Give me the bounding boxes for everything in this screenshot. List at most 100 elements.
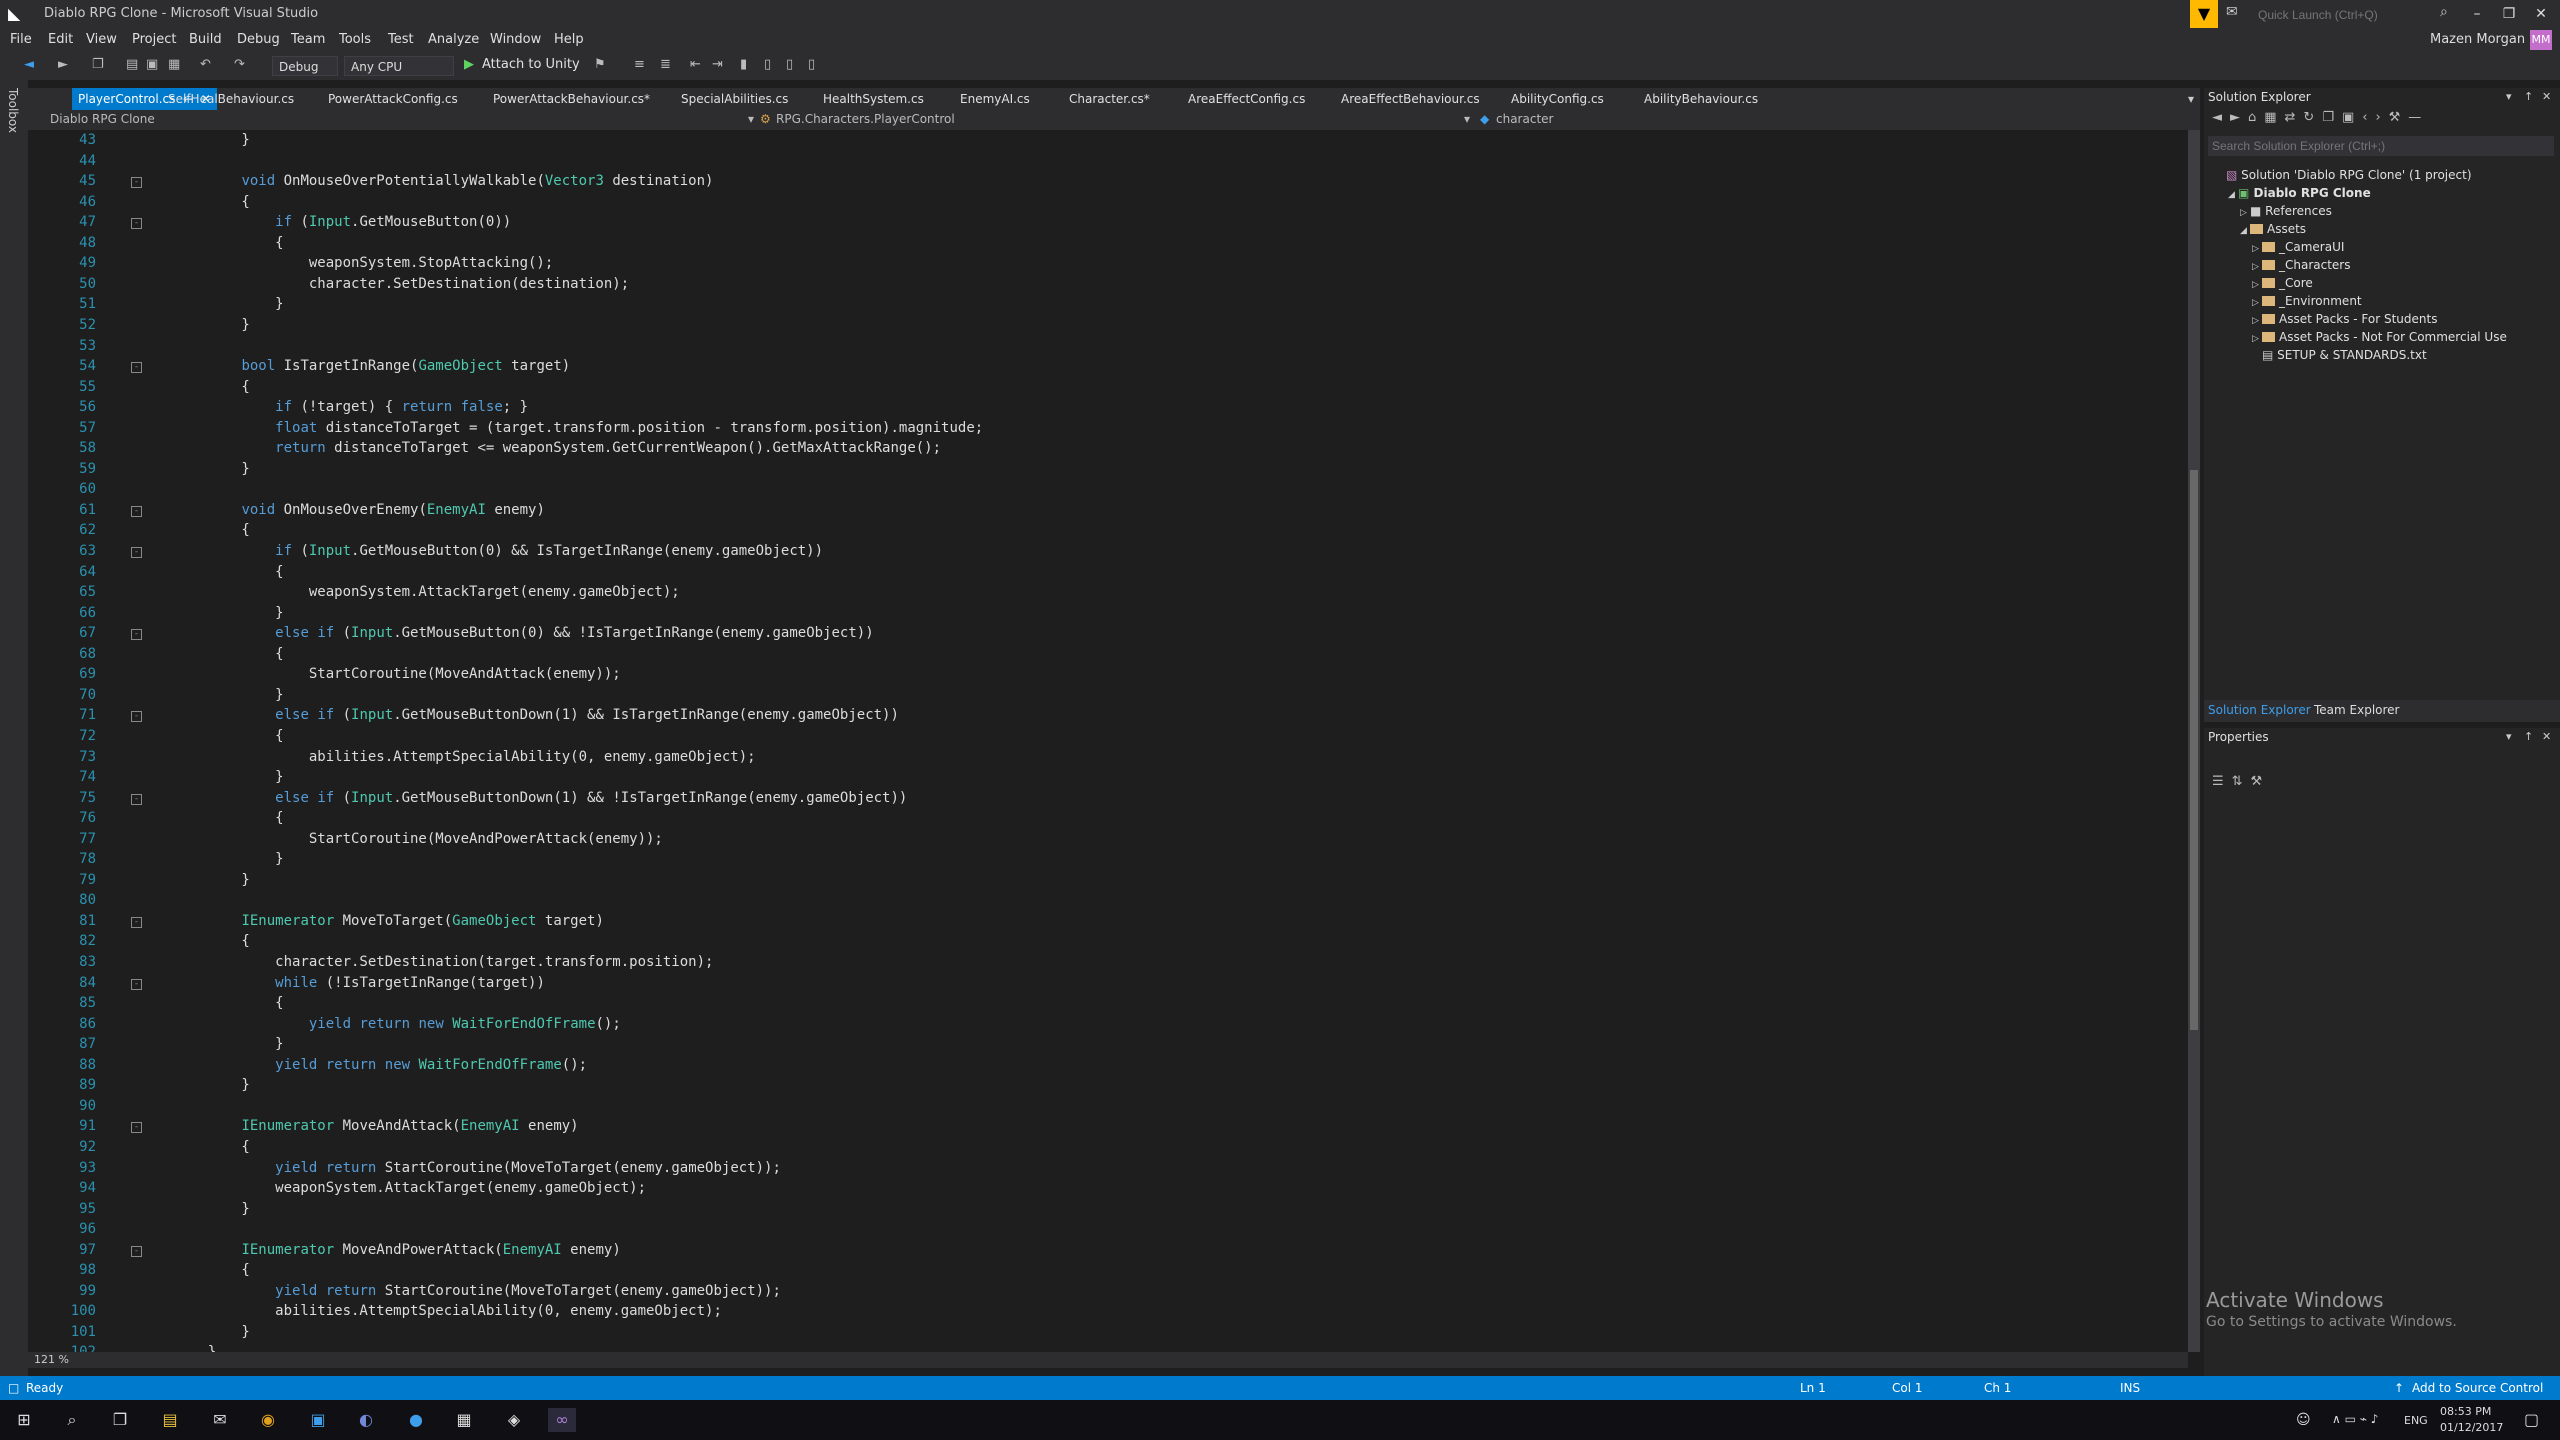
member-dropdown[interactable]: character (1496, 112, 1553, 126)
collapse-region-icon[interactable]: - (131, 505, 142, 517)
collapse-region-icon[interactable]: - (131, 218, 142, 230)
menu-team[interactable]: Team (291, 32, 325, 47)
code-line[interactable]: { (174, 235, 283, 251)
next-bookmark-icon[interactable]: ▯ (786, 57, 793, 72)
tree-item[interactable]: ▷ Asset Packs - For Students (2252, 312, 2437, 326)
code-line[interactable]: character.SetDestination(target.transfor… (174, 954, 713, 970)
tab-solution-explorer[interactable]: Solution Explorer (2208, 703, 2311, 717)
code-line[interactable]: { (174, 379, 249, 395)
panel-options-icon[interactable]: ▾ (2506, 90, 2512, 103)
code-line[interactable]: { (174, 646, 283, 662)
search-icon[interactable]: ⌕ (2440, 4, 2448, 20)
collapse-region-icon[interactable]: - (131, 711, 142, 723)
prev-bookmark-icon[interactable]: ▯ (764, 57, 771, 72)
code-line[interactable]: } (174, 1201, 249, 1217)
code-line[interactable]: } (174, 605, 283, 621)
add-to-source-control-button[interactable]: Add to Source Control (2412, 1381, 2543, 1395)
tab-power-attack-config[interactable]: PowerAttackConfig.cs (328, 88, 458, 110)
forward-icon[interactable]: ► (58, 57, 68, 72)
undo-icon[interactable]: ↶ (200, 57, 211, 72)
notification-flag-icon[interactable]: ▼ (2190, 0, 2218, 28)
source-control-icon[interactable]: ↑ (2394, 1381, 2404, 1395)
zoom-level[interactable]: 121 % (34, 1353, 69, 1366)
editor-vertical-scrollbar[interactable] (2188, 130, 2200, 1352)
clear-bookmarks-icon[interactable]: ▯ (808, 57, 815, 72)
code-line[interactable]: bool IsTargetInRange(GameObject target) (174, 358, 570, 374)
tab-enemy-ai[interactable]: EnemyAI.cs (960, 88, 1030, 110)
collapse-region-icon[interactable]: - (131, 547, 142, 558)
menu-tools[interactable]: Tools (339, 32, 371, 47)
code-line[interactable]: { (174, 194, 249, 210)
collapsed-arrow-icon[interactable]: ▷ (2252, 244, 2262, 254)
menu-edit[interactable]: Edit (48, 32, 73, 47)
tab-health-system[interactable]: HealthSystem.cs (823, 88, 924, 110)
feedback-icon[interactable]: ✉ (2226, 4, 2238, 20)
tab-area-effect-config[interactable]: AreaEffectConfig.cs (1188, 88, 1305, 110)
tab-overflow-icon[interactable]: ▾ (2188, 88, 2194, 110)
collapse-region-icon[interactable]: - (131, 629, 142, 641)
pin-icon[interactable]: ↑ (2524, 90, 2533, 103)
collapse-region-icon[interactable]: - (131, 362, 142, 374)
menu-help[interactable]: Help (554, 32, 584, 47)
tab-power-attack-behaviour[interactable]: PowerAttackBehaviour.cs* (493, 88, 650, 110)
play-icon[interactable]: ▶ (464, 57, 474, 72)
menu-window[interactable]: Window (490, 32, 541, 47)
code-line[interactable]: StartCoroutine(MoveAndPowerAttack(enemy)… (174, 831, 663, 847)
tab-ability-config[interactable]: AbilityConfig.cs (1511, 88, 1604, 110)
close-panel-icon[interactable]: ✕ (2542, 730, 2551, 743)
code-line[interactable]: { (174, 728, 283, 744)
toolbox-label[interactable]: Toolbox (6, 88, 20, 133)
tree-item[interactable]: ▷ _Environment (2252, 294, 2362, 308)
collapsed-arrow-icon[interactable]: ▷ (2252, 298, 2262, 308)
tab-self-heal-behaviour[interactable]: SelfHealBehaviour.cs (168, 88, 294, 110)
code-line[interactable]: StartCoroutine(MoveAndAttack(enemy)); (174, 666, 621, 682)
tree-item[interactable]: ▧ Solution 'Diablo RPG Clone' (1 project… (2216, 168, 2472, 182)
code-line[interactable]: yield return StartCoroutine(MoveToTarget… (174, 1160, 781, 1176)
code-line[interactable]: abilities.AttemptSpecialAbility(0, enemy… (174, 1303, 722, 1319)
code-line[interactable]: if (Input.GetMouseButton(0) && IsTargetI… (174, 543, 823, 559)
code-line[interactable]: if (!target) { return false; } (174, 399, 528, 415)
tree-item[interactable]: ▷ _Characters (2252, 258, 2351, 272)
code-line[interactable]: { (174, 522, 249, 538)
maps-icon[interactable]: ● (402, 1408, 430, 1432)
tab-character[interactable]: Character.cs* (1069, 88, 1150, 110)
code-line[interactable]: void OnMouseOverEnemy(EnemyAI enemy) (174, 502, 544, 518)
back-icon[interactable]: ◄ (24, 57, 34, 72)
code-line[interactable]: else if (Input.GetMouseButton(0) && !IsT… (174, 625, 873, 641)
menu-test[interactable]: Test (388, 32, 414, 47)
expanded-arrow-icon[interactable]: ◢ (2240, 226, 2250, 236)
tab-ability-behaviour[interactable]: AbilityBehaviour.cs (1644, 88, 1758, 110)
discord-icon[interactable]: ◐ (352, 1408, 380, 1432)
menu-debug[interactable]: Debug (237, 32, 280, 47)
account-name[interactable]: Mazen Morgan (2430, 32, 2525, 47)
code-line[interactable]: { (174, 810, 283, 826)
collapse-region-icon[interactable]: - (131, 916, 142, 928)
code-line[interactable]: } (174, 461, 249, 477)
collapsed-arrow-icon[interactable]: ▷ (2252, 280, 2262, 290)
scrollbar-thumb[interactable] (2190, 470, 2198, 1030)
tree-item[interactable]: ◢ ▣ Diablo RPG Clone (2228, 186, 2371, 200)
open-file-icon[interactable]: ▤ (126, 57, 138, 72)
indent-icon[interactable]: ⇥ (712, 57, 723, 72)
collapse-region-icon[interactable]: - (131, 1245, 142, 1257)
tree-item[interactable]: ▷ Asset Packs - Not For Commercial Use (2252, 330, 2507, 344)
outlook-icon[interactable]: ▣ (304, 1408, 332, 1432)
menu-view[interactable]: View (86, 32, 117, 47)
search-icon[interactable]: ⌕ (58, 1408, 86, 1432)
minimize-button[interactable]: – (2462, 0, 2492, 28)
code-editor[interactable]: 43 } 44 45 - void OnMouseOverPotentiallyWal… (28, 130, 2188, 1352)
code-line[interactable]: void OnMouseOverPotentiallyWalkable(Vect… (174, 173, 713, 189)
code-line[interactable]: return distanceToTarget <= weaponSystem.… (174, 440, 941, 456)
menu-analyze[interactable]: Analyze (428, 32, 479, 47)
collapsed-arrow-icon[interactable]: ▷ (2252, 316, 2262, 326)
close-button[interactable]: ✕ (2526, 0, 2556, 28)
code-line[interactable]: else if (Input.GetMouseButtonDown(1) && … (174, 707, 899, 723)
code-line[interactable]: character.SetDestination(destination); (174, 276, 629, 292)
tree-item[interactable]: ▷ _CameraUI (2252, 240, 2344, 254)
code-line[interactable]: } (174, 317, 249, 333)
quick-launch-input[interactable] (2252, 4, 2460, 26)
collapse-region-icon[interactable]: - (131, 1122, 142, 1134)
properties-toolbar[interactable]: ☰⇅⚒ (2212, 774, 2270, 789)
code-line[interactable]: weaponSystem.AttackTarget(enemy.gameObje… (174, 1180, 646, 1196)
tab-team-explorer[interactable]: Team Explorer (2314, 703, 2400, 717)
